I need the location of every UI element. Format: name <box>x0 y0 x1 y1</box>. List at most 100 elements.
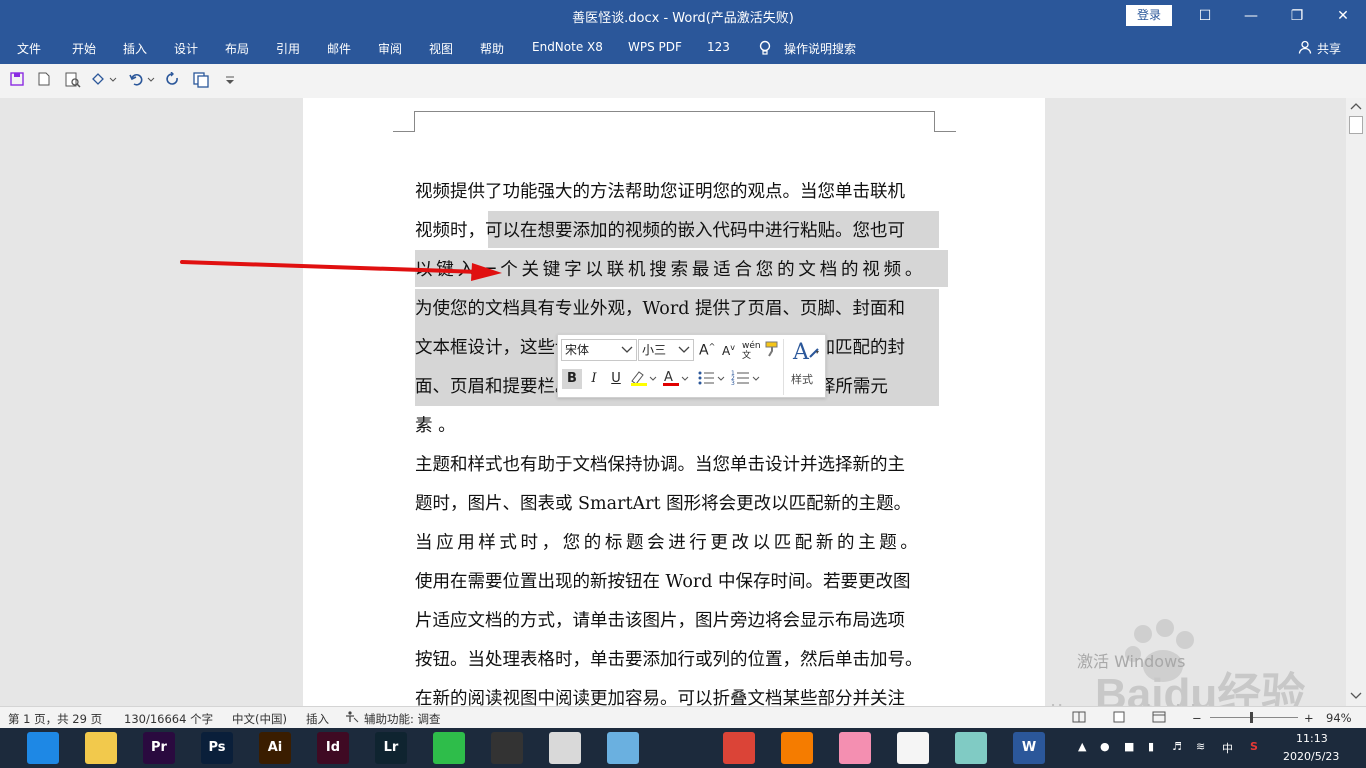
numbering-button[interactable]: 123 <box>730 369 762 389</box>
insert-mode[interactable]: 插入 <box>306 711 329 727</box>
bullets-button[interactable] <box>696 369 726 389</box>
italic-button[interactable]: I <box>584 369 604 389</box>
zoom-slider-thumb[interactable] <box>1250 712 1253 723</box>
word-count[interactable]: 130/16664 个字 <box>124 711 213 727</box>
ime-indicator[interactable]: 中 <box>1222 740 1233 756</box>
premiere-app[interactable]: Pr <box>143 732 175 764</box>
chrome-app[interactable] <box>723 732 755 764</box>
qq-app[interactable] <box>665 732 697 764</box>
customize-icon[interactable] <box>221 72 239 90</box>
scroll-down-icon[interactable] <box>1350 692 1362 700</box>
tab-design[interactable]: 设计 <box>174 40 198 57</box>
copy-icon[interactable] <box>192 72 210 90</box>
text-line[interactable]: 片适应文档的方式，请单击该图片，图片旁边将会显示布局选项 <box>415 602 939 641</box>
text-line[interactable]: 按钮。当处理表格时，单击要添加行或列的位置，然后单击加号。 <box>415 641 939 680</box>
print-preview-icon[interactable] <box>64 72 82 90</box>
document-page[interactable]: 视频提供了功能强大的方法帮助您证明您的观点。当您单击联机 视频时，可以在想要添加… <box>303 98 1045 706</box>
font-color-button[interactable]: A <box>660 369 690 389</box>
photoshop-app[interactable]: Ps <box>201 732 233 764</box>
zoom-slider-track[interactable] <box>1210 717 1298 718</box>
redo-icon[interactable] <box>164 71 182 90</box>
read-mode-icon[interactable] <box>1072 711 1086 726</box>
tab-view[interactable]: 视图 <box>429 40 453 57</box>
green-app[interactable] <box>433 732 465 764</box>
browser-app[interactable] <box>27 732 59 764</box>
restore-button[interactable]: ❐ <box>1274 0 1320 32</box>
clock-date[interactable]: 2020/5/23 <box>1283 750 1339 763</box>
tab-references[interactable]: 引用 <box>276 40 300 57</box>
underline-button[interactable]: U <box>606 369 626 389</box>
tab-layout[interactable]: 布局 <box>225 40 249 57</box>
lightroom-app[interactable]: Lr <box>375 732 407 764</box>
text-line[interactable]: 素 。 <box>415 407 939 446</box>
zoom-in-button[interactable]: + <box>1304 711 1314 725</box>
text-line[interactable]: 在新的阅读视图中阅读更加容易。可以折叠文档某些部分并关注 <box>415 680 939 706</box>
tab-home[interactable]: 开始 <box>72 40 96 57</box>
tab-mailings[interactable]: 邮件 <box>327 40 351 57</box>
page-count[interactable]: 第 1 页，共 29 页 <box>8 711 102 727</box>
illustrator-app[interactable]: Ai <box>259 732 291 764</box>
tab-insert[interactable]: 插入 <box>123 40 147 57</box>
touch-mode-icon[interactable] <box>90 72 118 90</box>
bold-button[interactable]: B <box>562 369 582 389</box>
fox-app[interactable] <box>781 732 813 764</box>
shrink-font-icon[interactable]: Av <box>722 343 735 358</box>
shapes-app[interactable] <box>549 732 581 764</box>
tab-endnote[interactable]: EndNote X8 <box>532 40 603 54</box>
zoom-out-button[interactable]: − <box>1192 711 1202 725</box>
language-indicator[interactable]: 中文(中国) <box>232 711 287 727</box>
sogou-icon[interactable]: S <box>1250 740 1258 753</box>
wechat-like-app[interactable] <box>607 732 639 764</box>
thumb-app[interactable] <box>897 732 929 764</box>
text-line[interactable]: 主题和样式也有助于文档保持协调。当您单击设计并选择新的主 <box>415 446 939 485</box>
undo-icon[interactable] <box>128 72 156 90</box>
scroll-thumb[interactable] <box>1349 116 1363 134</box>
zoom-level[interactable]: 94% <box>1326 711 1352 725</box>
share-button[interactable]: 共享 <box>1317 40 1341 57</box>
indesign-app[interactable]: Id <box>317 732 349 764</box>
volume-icon[interactable]: ♬ <box>1172 740 1182 753</box>
new-document-icon[interactable] <box>35 72 53 90</box>
highlight-color-button[interactable] <box>628 369 658 389</box>
tab-review[interactable]: 审阅 <box>378 40 402 57</box>
battery-icon[interactable]: ▮ <box>1148 740 1154 753</box>
network-tray-icon[interactable]: ■ <box>1124 740 1134 753</box>
vertical-scrollbar[interactable] <box>1346 98 1366 706</box>
tab-file[interactable]: 文件 <box>17 40 41 57</box>
save-icon[interactable] <box>8 72 26 90</box>
tray-expand-icon[interactable]: ▲ <box>1078 740 1086 753</box>
text-line[interactable]: 视频时，可以在想要添加的视频的嵌入代码中进行粘贴。您也可 <box>415 212 939 251</box>
tell-me-search[interactable]: 操作说明搜索 <box>784 40 856 57</box>
wifi-icon[interactable]: ≋ <box>1196 740 1205 753</box>
close-button[interactable]: ✕ <box>1320 0 1366 32</box>
notes-app[interactable] <box>955 732 987 764</box>
format-painter-icon[interactable] <box>764 341 782 360</box>
font-size-select[interactable]: 小三 <box>638 339 694 361</box>
styles-label[interactable]: 样式 <box>791 371 813 387</box>
share-user-icon[interactable] <box>1298 40 1312 57</box>
file-explorer-app[interactable] <box>85 732 117 764</box>
clock-time[interactable]: 11:13 <box>1296 732 1328 745</box>
text-line[interactable]: 视频提供了功能强大的方法帮助您证明您的观点。当您单击联机 <box>415 173 939 212</box>
login-button[interactable]: 登录 <box>1126 5 1172 26</box>
text-line[interactable]: 当应用样式时，您的标题会进行更改以匹配新的主题。 <box>415 524 939 563</box>
scroll-up-icon[interactable] <box>1350 102 1362 110</box>
video-app[interactable] <box>491 732 523 764</box>
tab-wps-pdf[interactable]: WPS PDF <box>628 40 682 54</box>
accessibility-status[interactable]: 辅助功能: 调查 <box>364 711 441 727</box>
print-layout-icon[interactable] <box>1112 711 1126 726</box>
tab-help[interactable]: 帮助 <box>480 40 504 57</box>
pig-app[interactable] <box>839 732 871 764</box>
word-app[interactable]: W <box>1013 732 1045 764</box>
text-line[interactable]: 题时，图片、图表或 SmartArt 图形将会更改以匹配新的主题。 <box>415 485 939 524</box>
font-name-select[interactable]: 宋体 <box>561 339 637 361</box>
ribbon-display-options-icon[interactable]: ☐ <box>1182 0 1228 32</box>
grow-font-icon[interactable]: A^ <box>699 342 715 359</box>
text-line[interactable]: 为使您的文档具有专业外观，Word 提供了页眉、页脚、封面和 <box>415 290 939 329</box>
styles-icon[interactable]: A <box>792 339 822 366</box>
tab-123[interactable]: 123 <box>707 40 730 54</box>
web-layout-icon[interactable] <box>1152 711 1166 726</box>
phonetic-guide-icon[interactable]: wén 文 <box>742 341 761 361</box>
minimize-button[interactable]: — <box>1228 0 1274 32</box>
text-line[interactable]: 使用在需要位置出现的新按钮在 Word 中保存时间。若要更改图 <box>415 563 939 602</box>
